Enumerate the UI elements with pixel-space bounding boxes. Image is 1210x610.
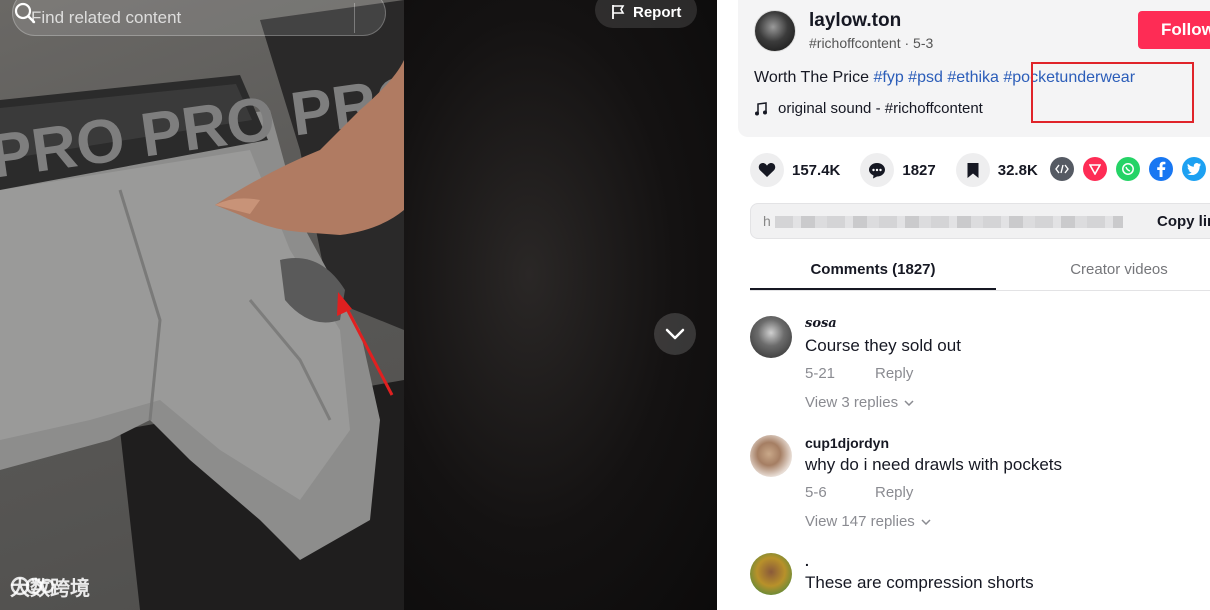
reply-button[interactable]: Reply — [875, 365, 913, 382]
copy-link-button[interactable]: Copy lin — [1157, 213, 1210, 230]
search-icon[interactable] — [13, 1, 37, 25]
facebook-icon[interactable] — [1149, 157, 1173, 181]
info-panel: laylow.ton #richoffcontent · 5-3 Follow … — [717, 0, 1210, 610]
comment-username[interactable]: . — [805, 553, 809, 569]
watermark-logo-icon — [10, 576, 55, 596]
next-video-button[interactable] — [654, 313, 696, 355]
comment-username[interactable]: sosa — [805, 316, 837, 331]
chevron-down-icon — [904, 399, 914, 406]
save-circle — [955, 153, 990, 187]
active-tab-indicator — [750, 288, 996, 290]
bookmark-icon — [967, 162, 979, 178]
share-icons — [1050, 157, 1206, 181]
video-player[interactable]: PRO PRO PRO 大数跨境 — [0, 0, 717, 610]
save-count: 32.8K — [997, 161, 1038, 179]
caption-text: Worth The Price — [754, 69, 870, 86]
video-frame: PRO PRO PRO 大数跨境 — [0, 0, 404, 610]
twitter-icon[interactable] — [1182, 157, 1206, 181]
hashtag-link[interactable]: #psd — [908, 69, 943, 86]
whatsapp-icon[interactable] — [1116, 157, 1140, 181]
tab-creator-videos[interactable]: Creator videos — [996, 261, 1210, 278]
like-circle — [750, 153, 784, 187]
send-icon[interactable] — [1083, 157, 1107, 181]
comment-text: Course they sold out — [805, 336, 961, 355]
view-replies-label: View 3 replies — [805, 394, 899, 411]
tab-bar: Comments (1827) Creator videos — [750, 250, 1210, 291]
flag-icon — [612, 5, 625, 19]
comment-count: 1827 — [902, 161, 936, 179]
hashtag-link[interactable]: #fyp — [873, 69, 903, 86]
commenter-avatar[interactable] — [750, 316, 792, 358]
comment-text: why do i need drawls with pockets — [805, 455, 1063, 474]
reply-button[interactable]: Reply — [875, 484, 913, 501]
author-meta: #richoffcontent · 5-3 — [809, 35, 934, 51]
share-link-bar[interactable]: h. Copy lin — [750, 203, 1210, 239]
comment-username[interactable]: cup1djordyn — [805, 435, 889, 451]
music-title: original sound - #richoffcontent — [778, 100, 983, 117]
tab-comments[interactable]: Comments (1827) — [750, 261, 996, 278]
author-handle: #richoffcontent — [809, 35, 901, 51]
author-username[interactable]: laylow.ton — [809, 10, 901, 32]
comment-circle — [860, 153, 895, 187]
blurred-url — [774, 216, 1123, 229]
highlight-annotation-box — [1031, 62, 1194, 123]
view-replies-button[interactable]: View 147 replies — [805, 513, 931, 530]
music-link[interactable]: original sound - #richoffcontent — [754, 100, 983, 117]
chevron-down-icon — [921, 518, 931, 525]
report-label: Report — [633, 3, 682, 21]
comment-bubble-icon — [869, 162, 886, 178]
report-button[interactable]: Report — [595, 0, 698, 28]
video-still-illustration: PRO PRO PRO — [0, 0, 404, 610]
video-background — [404, 0, 717, 610]
chevron-down-icon — [665, 328, 685, 340]
hashtag-link[interactable]: #ethika — [947, 69, 999, 86]
music-note-icon — [755, 101, 767, 115]
comment-date: 5-6 — [805, 484, 827, 501]
watermark: 大数跨境 — [10, 572, 90, 601]
comment-text: These are compression shorts — [805, 573, 1034, 592]
like-count: 157.4K — [792, 161, 841, 179]
search-divider — [354, 3, 355, 33]
embed-icon[interactable] — [1050, 157, 1074, 181]
search-bar[interactable] — [12, 0, 386, 36]
link-prefix: h — [763, 213, 771, 229]
commenter-avatar[interactable] — [750, 435, 792, 477]
view-replies-button[interactable]: View 3 replies — [805, 394, 914, 411]
search-input[interactable] — [31, 0, 354, 28]
action-bar: 157.4K 1827 32.8K — [750, 152, 1058, 188]
save-button[interactable]: 32.8K — [955, 153, 1038, 187]
post-date: 5-3 — [913, 35, 934, 51]
commenter-avatar[interactable] — [750, 553, 792, 595]
like-button[interactable]: 157.4K — [750, 153, 840, 187]
follow-button[interactable]: Follow — [1138, 11, 1210, 49]
heart-icon — [758, 163, 776, 177]
comment-button[interactable]: 1827 — [860, 153, 936, 187]
share-link-text[interactable]: h. — [763, 213, 1123, 229]
author-avatar[interactable] — [754, 10, 796, 52]
view-replies-label: View 147 replies — [805, 513, 915, 530]
comment-date: 5-21 — [805, 365, 836, 382]
